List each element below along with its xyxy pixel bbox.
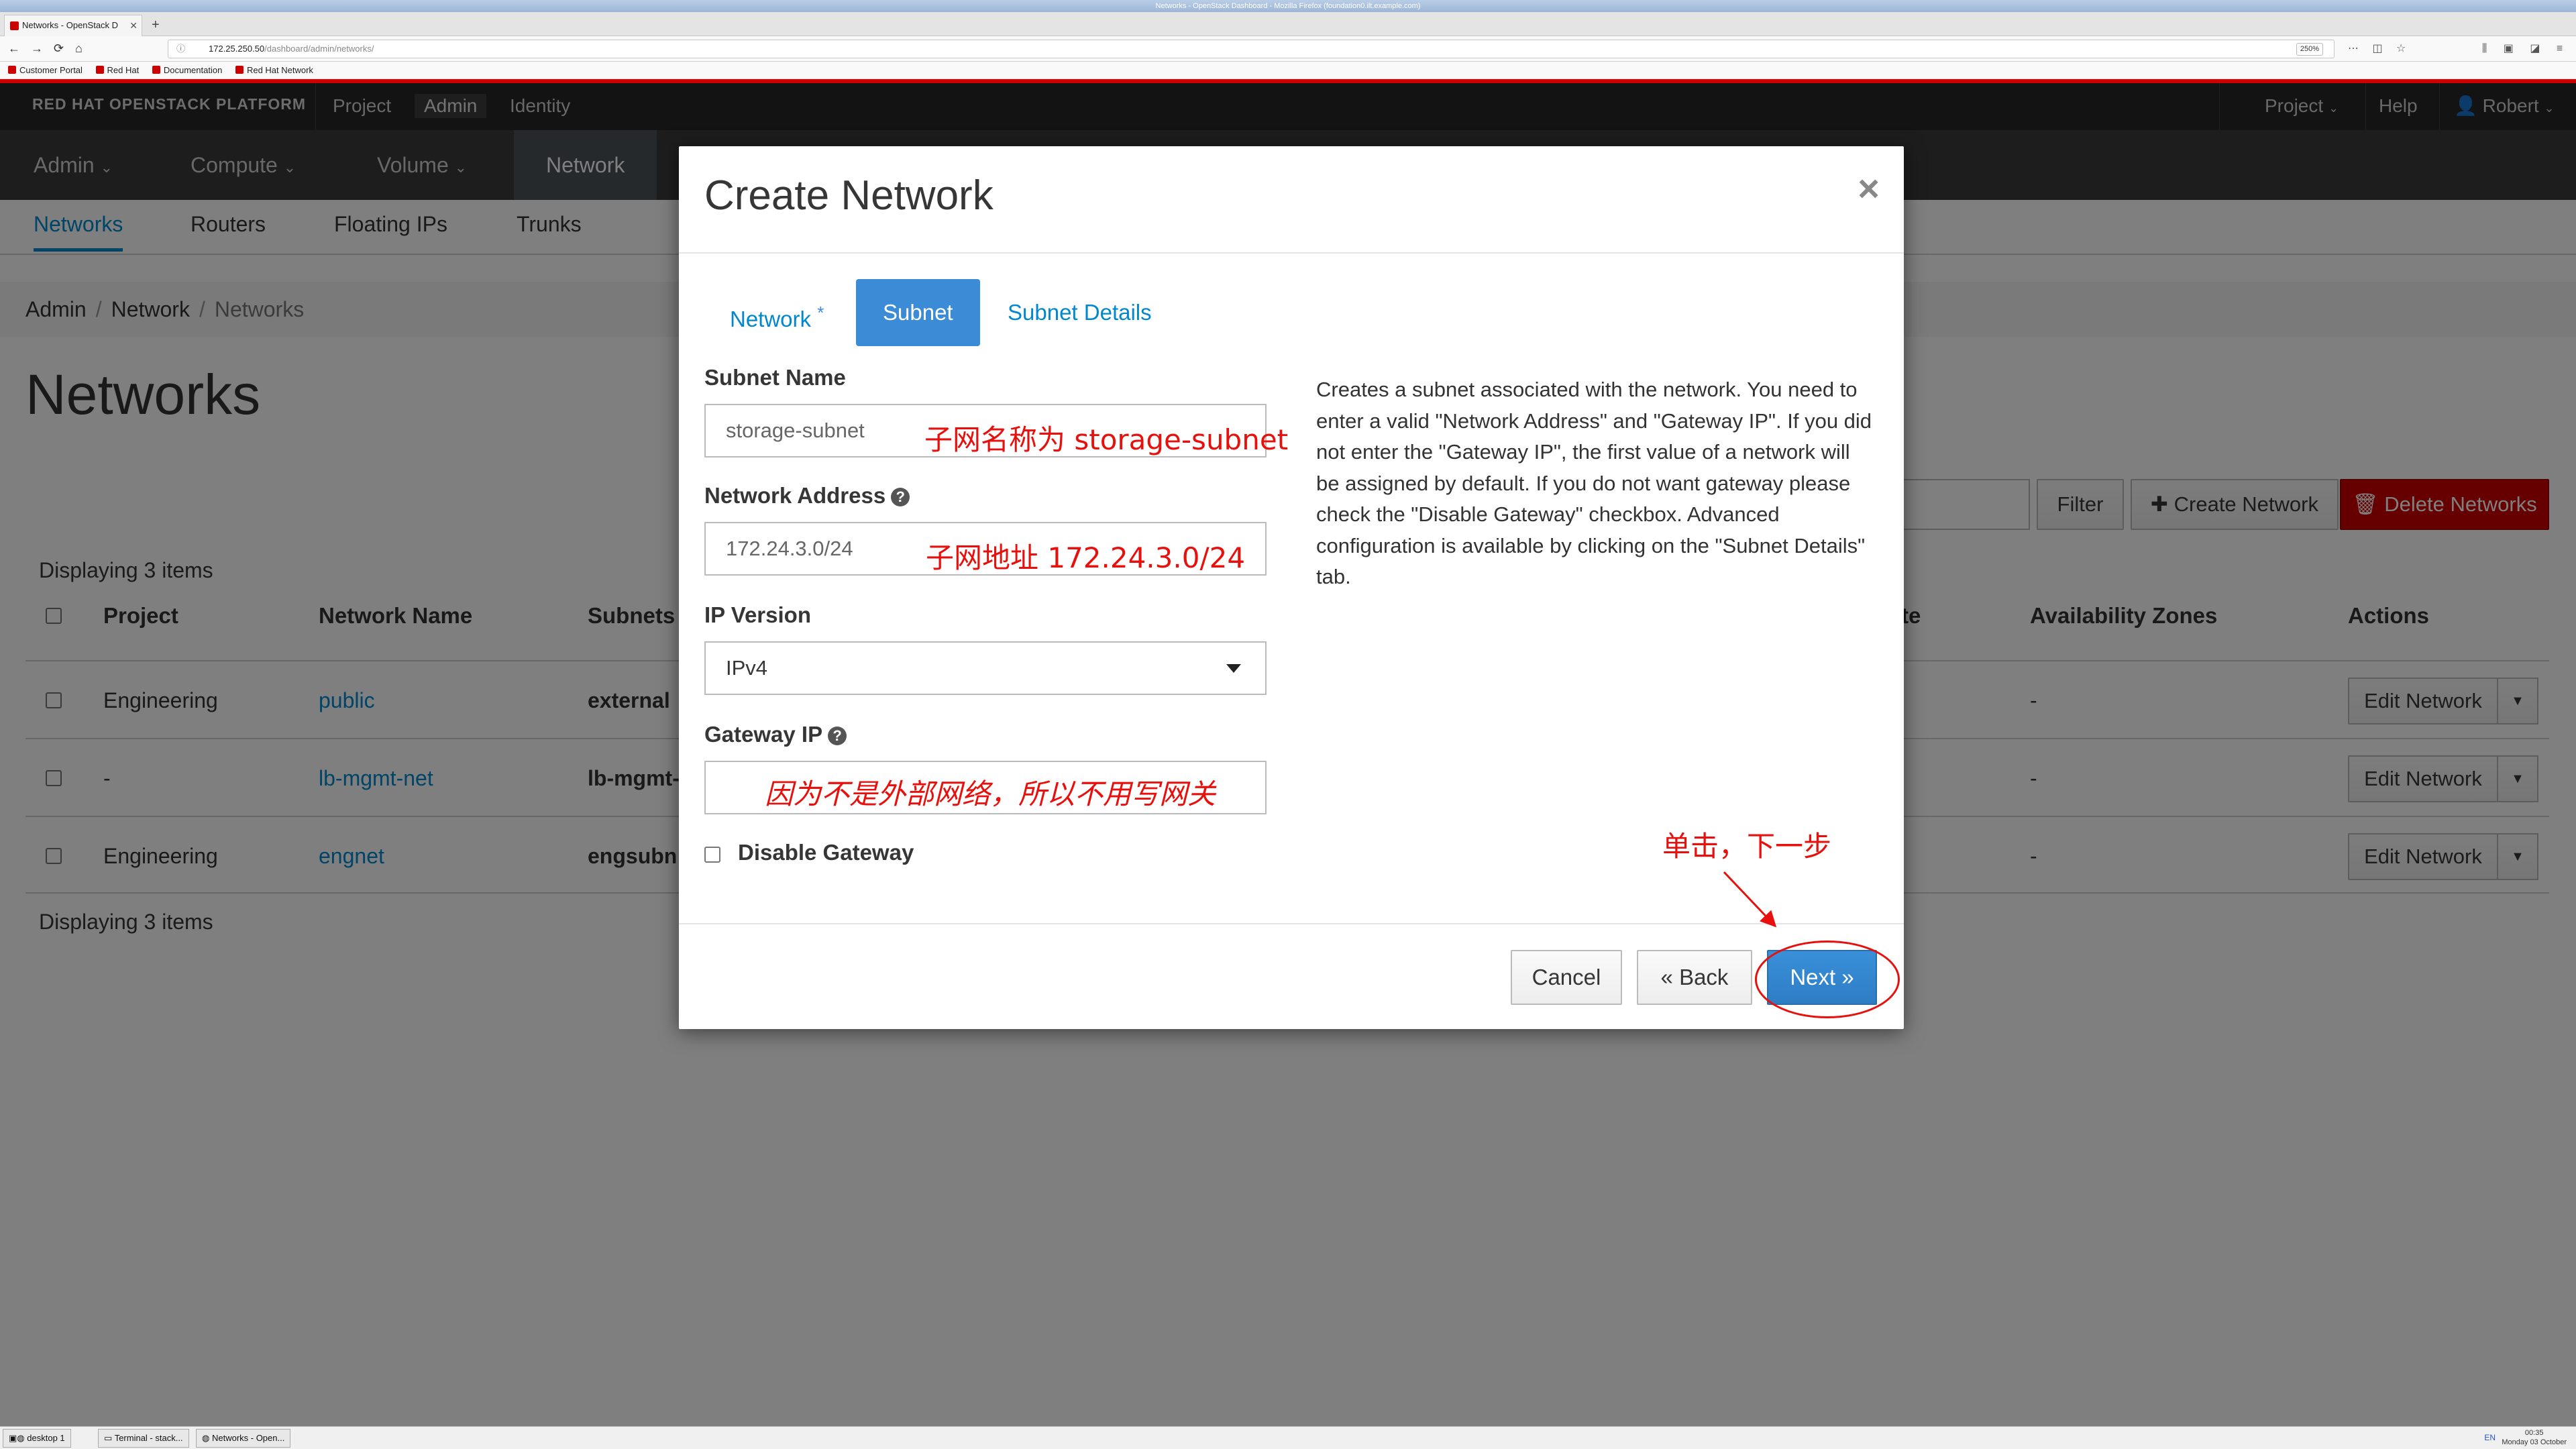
page-actions-icon[interactable]: ⋯ ◫ ☆	[2348, 42, 2411, 55]
bookmark-icon	[235, 66, 244, 74]
reload-icon[interactable]: ⟳	[54, 40, 64, 56]
taskbar-desktop[interactable]: ▣◍ desktop 1	[3, 1429, 71, 1448]
browser-tab[interactable]: Networks - OpenStack D ✕	[4, 15, 142, 36]
modal-title: Create Network	[704, 172, 994, 219]
bookmark-documentation[interactable]: Documentation	[152, 62, 222, 79]
help-icon[interactable]: ?	[891, 488, 910, 506]
terminal-icon: ▭	[104, 1433, 113, 1443]
window-title: Networks - OpenStack Dashboard - Mozilla…	[0, 0, 2576, 12]
cancel-button[interactable]: Cancel	[1511, 950, 1622, 1005]
browser-navbar: ← → ⟳ ⌂ ⓘ 172.25.250.50/dashboard/admin/…	[0, 36, 2576, 62]
network-address-label: Network Address?	[704, 483, 910, 508]
subnet-name-label: Subnet Name	[704, 365, 846, 390]
chevron-down-icon	[1226, 664, 1241, 673]
annotation-network-address: 子网地址 172.24.3.0/24	[926, 541, 1246, 574]
bookmark-red-hat[interactable]: Red Hat	[95, 62, 139, 79]
zoom-level[interactable]: 250%	[2296, 43, 2323, 56]
favicon-icon	[10, 21, 19, 30]
annotation-circle	[1755, 941, 1900, 1018]
browser-tabbar: Networks - OpenStack D ✕ +	[0, 12, 2576, 36]
bookmark-red-hat-network[interactable]: Red Hat Network	[235, 62, 313, 79]
toolbar-icons[interactable]: ⫼ ▣ ◪ ≡	[2482, 42, 2569, 55]
help-icon[interactable]: ?	[828, 727, 847, 745]
new-tab-icon[interactable]: +	[152, 17, 160, 32]
site-info-icon[interactable]: ⓘ	[176, 40, 185, 58]
back-button[interactable]: « Back	[1637, 950, 1752, 1005]
bookmark-customer-portal[interactable]: Customer Portal	[8, 62, 83, 79]
clock[interactable]: 00:35 Monday 03 October	[2502, 1428, 2567, 1447]
os-taskbar: ▣◍ desktop 1 ▭ Terminal - stack... ◍ Net…	[0, 1426, 2576, 1449]
url-host: 172.25.250.50	[209, 44, 265, 54]
back-icon[interactable]: ←	[8, 40, 20, 56]
tab-subnet[interactable]: Subnet	[856, 279, 980, 346]
bookmark-icon	[95, 66, 104, 74]
tab-subnet-details[interactable]: Subnet Details	[1008, 279, 1152, 346]
subnet-help-text: Creates a subnet associated with the net…	[1316, 378, 1872, 588]
annotation-click-next: 单击，下一步	[1662, 830, 1832, 863]
keyboard-layout[interactable]: EN	[2484, 1427, 2496, 1448]
close-icon[interactable]: ×	[1858, 166, 1880, 210]
home-icon[interactable]: ⌂	[75, 40, 83, 56]
gateway-ip-label: Gateway IP?	[704, 722, 847, 747]
annotation-gateway: 因为不是外部网络，所以不用写网关	[765, 777, 1216, 810]
required-marker: *	[817, 303, 824, 323]
bookmarks-bar: Customer Portal Red Hat Documentation Re…	[0, 62, 2576, 79]
bookmark-icon	[152, 66, 160, 74]
taskbar-firefox[interactable]: ◍ Networks - Open...	[196, 1429, 291, 1448]
annotation-subnet-name: 子网名称为 storage-subnet	[924, 423, 1289, 456]
url-bar[interactable]: ⓘ 172.25.250.50/dashboard/admin/networks…	[168, 40, 2334, 58]
ip-version-label: IP Version	[704, 602, 811, 627]
taskbar-terminal[interactable]: ▭ Terminal - stack...	[98, 1429, 189, 1448]
ip-version-select[interactable]: IPv4	[704, 641, 1267, 695]
annotation-arrow-icon	[1723, 871, 1777, 928]
forward-icon[interactable]: →	[31, 40, 43, 56]
disable-gateway-checkbox[interactable]	[704, 847, 720, 863]
app-menu-icon: ▣◍	[9, 1433, 25, 1443]
bookmark-icon	[8, 66, 16, 74]
close-tab-icon[interactable]: ✕	[129, 15, 138, 36]
firefox-icon: ◍	[202, 1433, 210, 1443]
url-path: /dashboard/admin/networks/	[264, 44, 374, 54]
disable-gateway-label[interactable]: Disable Gateway	[738, 840, 914, 865]
modal-header: Create Network ×	[679, 146, 1904, 254]
tab-title: Networks - OpenStack D	[22, 20, 119, 30]
tab-network[interactable]: Network *	[730, 279, 824, 346]
